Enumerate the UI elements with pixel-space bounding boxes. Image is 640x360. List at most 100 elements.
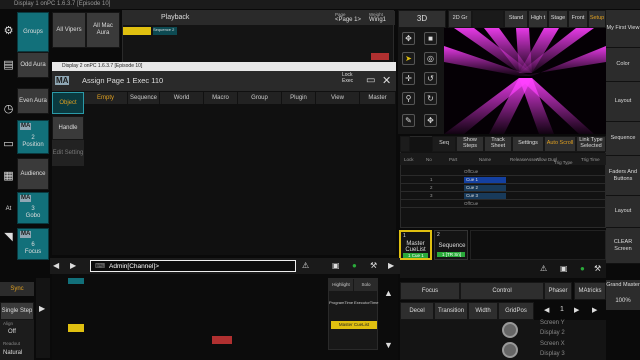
tab-world[interactable]: World	[160, 92, 204, 104]
zoom-icon[interactable]: ⚲	[402, 92, 415, 105]
executor-time-button[interactable]: ExecutorTime	[354, 299, 379, 307]
tab-macro[interactable]: Macro	[204, 92, 238, 104]
camera-icon[interactable]: ■	[424, 32, 437, 45]
pointer-icon[interactable]: ➤	[402, 52, 415, 65]
tools-icon[interactable]: ⚒	[370, 261, 377, 270]
view-faders-and-buttons[interactable]: Faders And Buttons	[606, 156, 640, 196]
align-control[interactable]: Align Off	[0, 320, 34, 340]
position-button[interactable]: MA 2 Position	[17, 120, 49, 154]
page-value[interactable]: <Page 1>	[335, 17, 361, 23]
table-row[interactable]: 3 Cue 3	[400, 192, 606, 200]
scroll-icon[interactable]: ◥	[0, 226, 17, 246]
window-icon[interactable]: ▭	[366, 75, 375, 86]
master-cuelist-fader[interactable]: Master CueList	[331, 321, 377, 329]
table-row-active[interactable]: 1 Cue 1	[400, 176, 606, 184]
grand-master[interactable]: Grand Master 100%	[606, 280, 640, 310]
status-icon[interactable]: ●	[352, 261, 357, 270]
all-mac-aura-button[interactable]: All Mac Aura	[86, 12, 120, 48]
window-icon[interactable]: ▭	[0, 133, 17, 153]
audience-button[interactable]: Audience	[17, 158, 49, 190]
gear-icon[interactable]: ⚙	[0, 20, 17, 40]
lock-exec-label[interactable]: Lock Exec	[342, 72, 353, 84]
edit-icon[interactable]: ✎	[402, 114, 415, 127]
cross-icon[interactable]: ✛	[402, 72, 415, 85]
groups-button[interactable]: Groups	[17, 12, 49, 52]
tools-icon[interactable]: ⚒	[594, 264, 601, 273]
keyboard-icon[interactable]: ⌨	[95, 262, 105, 270]
master-cuelist-exec[interactable]: 1 Master CueList 1 Cue 1	[399, 230, 432, 260]
next-arrow-icon[interactable]: ▶	[70, 261, 76, 270]
tab-view[interactable]: View	[316, 92, 360, 104]
grid-icon[interactable]: ▦	[0, 165, 17, 185]
rotate-icon[interactable]: ↺	[424, 72, 437, 85]
gridpos-button[interactable]: GridPos	[498, 302, 534, 320]
single-step-button[interactable]: Single Step	[0, 302, 34, 320]
clear-screen-button[interactable]: CLEAR Screen	[606, 228, 640, 264]
table-row[interactable]: 2 Cue 2	[400, 184, 606, 192]
link-selected-button[interactable]: Link Type Selected	[576, 136, 606, 152]
highlight-button[interactable]: Highlight	[329, 279, 353, 291]
close-icon[interactable]: ✕	[382, 74, 391, 87]
color-icon[interactable]: ▤	[0, 54, 17, 74]
view-high-button[interactable]: High t	[528, 10, 548, 28]
wing-value[interactable]: Wing1	[369, 17, 386, 23]
command-line-input[interactable]: ⌨ Admin[Channel]>	[90, 260, 296, 272]
tab-group[interactable]: Group	[238, 92, 282, 104]
solo-button[interactable]: Solo	[354, 279, 378, 291]
pan-icon[interactable]: ✥	[424, 114, 437, 127]
even-aura-button[interactable]: Even Aura	[17, 88, 49, 114]
tab-empty[interactable]: Empty	[84, 92, 128, 104]
view-stand-button[interactable]: Stand	[504, 10, 528, 28]
program-time-button[interactable]: ProgramTime	[329, 299, 353, 307]
view-color[interactable]: Color	[606, 48, 640, 82]
view-layout[interactable]: Layout	[606, 82, 640, 122]
gobo-button[interactable]: MA 3 Gobo	[17, 192, 49, 224]
empty-execs[interactable]	[470, 230, 606, 260]
tab-master[interactable]: Master	[360, 92, 396, 104]
track-sheet-button[interactable]: Track Sheet	[484, 136, 512, 152]
phaser-button[interactable]: Phaser	[544, 282, 572, 300]
at-label[interactable]: At	[0, 204, 17, 214]
stage-viewport[interactable]	[444, 28, 606, 134]
object-button[interactable]: Object	[52, 92, 84, 114]
settings-button[interactable]: Settings	[512, 136, 544, 152]
show-steps-button[interactable]: Show Steps	[456, 136, 484, 152]
tab-sequence[interactable]: Sequence	[128, 92, 160, 104]
handle-button[interactable]: Handle	[52, 116, 84, 140]
view-front-button[interactable]: Front	[568, 10, 588, 28]
focus-feature-button[interactable]: Focus	[400, 282, 460, 300]
playback-exec-1[interactable]	[123, 27, 151, 35]
target-icon[interactable]: ◎	[424, 52, 437, 65]
arrow-right-icon[interactable]: ▶	[574, 306, 579, 314]
table-row[interactable]: OffCue	[400, 200, 606, 208]
encoder-knob-2[interactable]	[502, 342, 518, 358]
move-icon[interactable]: ✥	[402, 32, 415, 45]
arrow-left-icon[interactable]: ◀	[544, 306, 549, 314]
width-button[interactable]: Width	[468, 302, 498, 320]
view-my-first-view[interactable]: My First View	[606, 10, 640, 48]
view-stage-button[interactable]: Stage	[548, 10, 568, 28]
table-row[interactable]: OffCue	[400, 168, 606, 176]
arrow-right-icon[interactable]: ▶	[592, 306, 597, 314]
view-2d-button[interactable]: 2D Gr	[448, 10, 472, 28]
view-3d-button[interactable]: 3D	[398, 10, 446, 28]
warning-icon[interactable]: ⚠	[540, 264, 547, 273]
sync-button[interactable]: Sync	[0, 282, 34, 296]
arrow-right-icon[interactable]: ▶	[39, 304, 45, 313]
warning-icon[interactable]: ⚠	[302, 261, 309, 270]
sequence-exec[interactable]: 2 Sequence 1 [TR Sn]	[434, 230, 468, 260]
view-layout-2[interactable]: Layout	[606, 196, 640, 228]
edit-setting-button[interactable]: Edit Setting	[52, 140, 84, 166]
decel-button[interactable]: Decel	[400, 302, 434, 320]
all-vipers-button[interactable]: All Vipers	[52, 12, 86, 48]
setup-button[interactable]: Setup	[588, 10, 606, 28]
screen-icon[interactable]: ▣	[332, 261, 340, 270]
arrow-up-icon[interactable]: ▲	[384, 288, 393, 298]
matricks-button[interactable]: MAtricks	[574, 282, 606, 300]
screen-icon[interactable]: ▣	[560, 264, 568, 273]
tab-plugin[interactable]: Plugin	[282, 92, 316, 104]
orbit-icon[interactable]: ↻	[424, 92, 437, 105]
control-feature-button[interactable]: Control	[460, 282, 544, 300]
view-sequence[interactable]: Sequence	[606, 122, 640, 156]
seq-tab-seq[interactable]: Seq	[432, 136, 456, 152]
